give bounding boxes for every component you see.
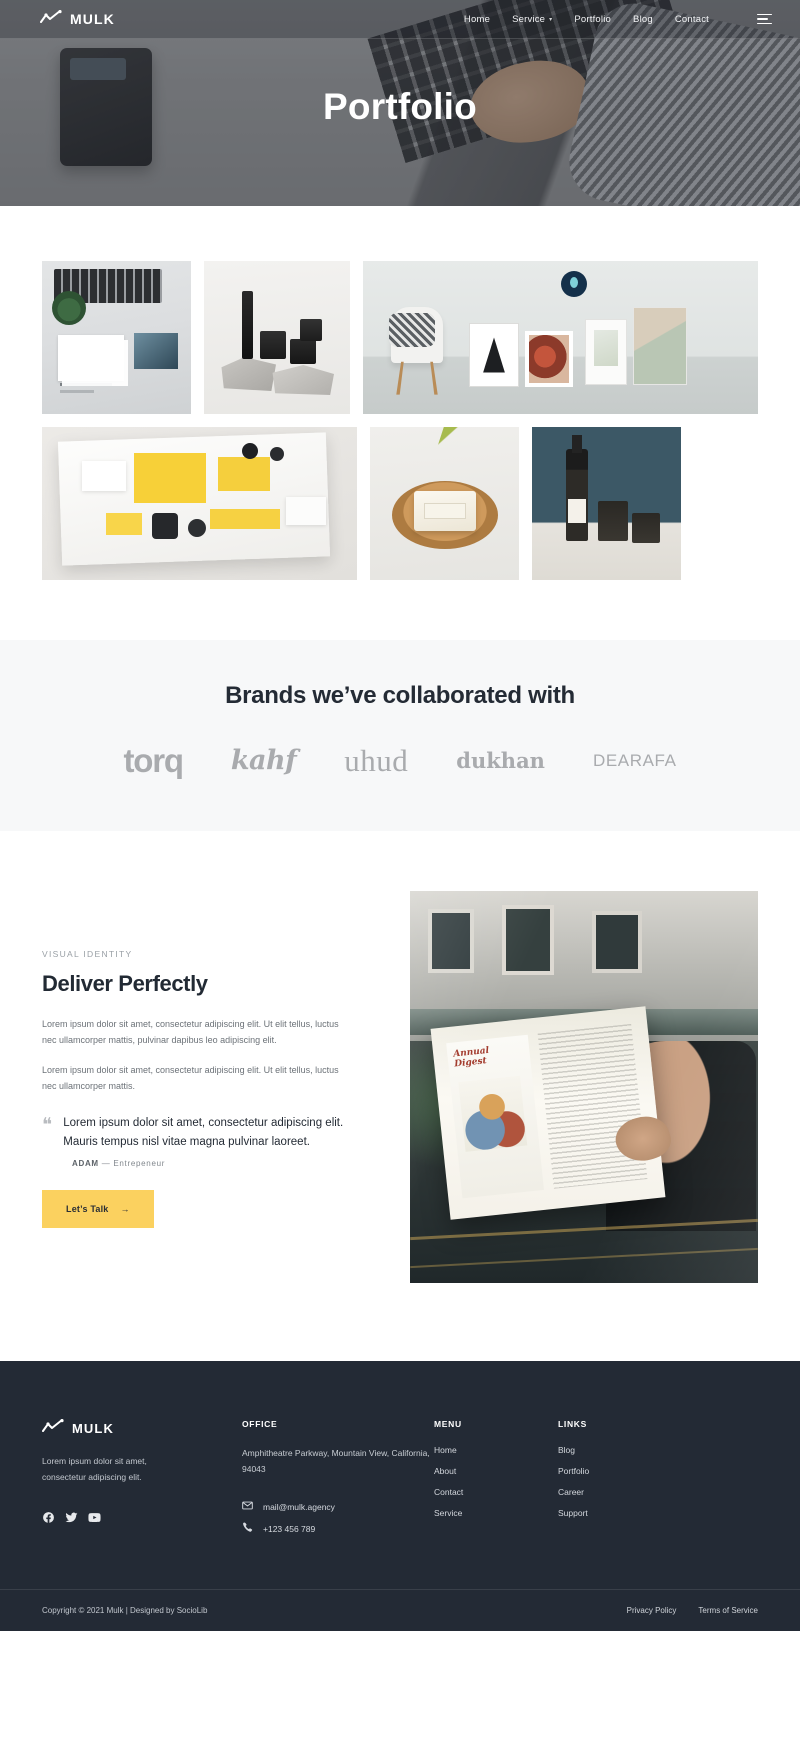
- brand-logo-dearafa: DEARAFA: [592, 751, 677, 770]
- portfolio-item-4[interactable]: [42, 427, 357, 580]
- feature-paragraph-2: Lorem ipsum dolor sit amet, consectetur …: [42, 1065, 339, 1092]
- testimonial-dash: —: [101, 1158, 111, 1168]
- footer-menu-item-home[interactable]: Home: [434, 1445, 558, 1455]
- footer-link-item-portfolio[interactable]: Portfolio: [558, 1466, 688, 1476]
- nav-link-blog[interactable]: Blog: [633, 14, 653, 25]
- brand-logo-dukhan: dukhan: [456, 748, 545, 773]
- portfolio-item-5[interactable]: [370, 427, 519, 580]
- copyright-text: Copyright © 2021 Mulk | Designed by Soci…: [42, 1606, 208, 1616]
- testimonial-text: Lorem ipsum dolor sit amet, consectetur …: [63, 1117, 344, 1149]
- portfolio-item-2[interactable]: [204, 261, 350, 414]
- chevron-down-icon: ▾: [549, 16, 553, 23]
- envelope-icon: [242, 1501, 253, 1512]
- footer-legal-links: Privacy Policy Terms of Service: [627, 1606, 758, 1615]
- footer-links-heading: LINKS: [558, 1419, 587, 1429]
- footer-office-heading: OFFICE: [242, 1419, 278, 1429]
- portfolio-item-3[interactable]: [363, 261, 758, 414]
- footer-office-address: Amphitheatre Parkway, Mountain View, Cal…: [242, 1448, 430, 1475]
- nav-link-home[interactable]: Home: [464, 14, 490, 25]
- brands-section: Brands we’ve collaborated with torq kahf…: [0, 640, 800, 831]
- footer-link-item-blog[interactable]: Blog: [558, 1445, 688, 1455]
- portfolio-grid: [0, 206, 800, 640]
- footer-columns: MULK Lorem ipsum dolor sit amet, consect…: [0, 1361, 800, 1589]
- footer-logo-text: MULK: [72, 1421, 114, 1436]
- footer-links-list: Blog Portfolio Career Support: [558, 1445, 688, 1518]
- privacy-policy-link[interactable]: Privacy Policy: [627, 1606, 677, 1615]
- nav-link-service[interactable]: Service ▾: [512, 14, 552, 25]
- chart-line-icon: [42, 1419, 64, 1438]
- footer-office-column: OFFICE Amphitheatre Parkway, Mountain Vi…: [242, 1419, 434, 1535]
- nav-link-portfolio-label: Portfolio: [574, 13, 612, 25]
- nav-link-portfolio[interactable]: Portfolio: [574, 14, 611, 25]
- site-logo-text: MULK: [70, 11, 115, 27]
- footer-link-item-career[interactable]: Career: [558, 1487, 688, 1497]
- arrow-right-icon: →: [120, 1203, 130, 1214]
- nav-link-blog-label: Blog: [633, 13, 653, 25]
- brand-logo-uhud: uhud: [344, 743, 409, 778]
- portfolio-item-6[interactable]: [532, 427, 681, 580]
- footer-phone-row[interactable]: +123 456 789: [242, 1522, 434, 1535]
- site-logo[interactable]: MULK: [40, 9, 115, 29]
- footer-link-item-support[interactable]: Support: [558, 1508, 688, 1518]
- footer-email-row[interactable]: mail@mulk.agency: [242, 1501, 434, 1512]
- footer-description: Lorem ipsum dolor sit amet, consectetur …: [42, 1456, 147, 1482]
- youtube-icon[interactable]: [88, 1511, 101, 1524]
- feature-section: VISUAL IDENTITY Deliver Perfectly Lorem …: [0, 831, 800, 1361]
- twitter-icon[interactable]: [65, 1511, 78, 1524]
- footer-menu-item-contact[interactable]: Contact: [434, 1487, 558, 1497]
- site-footer: MULK Lorem ipsum dolor sit amet, consect…: [0, 1361, 800, 1632]
- footer-contact-list: mail@mulk.agency +123 456 789: [242, 1501, 434, 1535]
- nav-link-contact-label: Contact: [674, 13, 709, 25]
- footer-logo[interactable]: MULK: [42, 1419, 242, 1438]
- hamburger-icon[interactable]: [757, 13, 772, 25]
- quote-mark-icon: ❝: [42, 1114, 53, 1137]
- brand-logo-torq: torq: [123, 742, 184, 779]
- testimonial-author-name: ADAM: [72, 1158, 99, 1168]
- portfolio-row-2: [42, 427, 758, 580]
- footer-bottom-bar: Copyright © 2021 Mulk | Designed by Soci…: [0, 1589, 800, 1631]
- hero-banner: MULK Home Service ▾ Portfolio Blog Conta…: [0, 0, 800, 206]
- testimonial-quote: ❝ Lorem ipsum dolor sit amet, consectetu…: [42, 1114, 372, 1153]
- phone-icon: [242, 1522, 253, 1535]
- facebook-icon[interactable]: [42, 1511, 55, 1524]
- footer-social-links: [42, 1511, 242, 1524]
- footer-links-column: LINKS Blog Portfolio Career Support: [558, 1419, 688, 1535]
- lets-talk-label: Let’s Talk: [66, 1203, 109, 1214]
- chart-line-icon: [40, 9, 62, 29]
- nav-link-contact[interactable]: Contact: [675, 14, 709, 25]
- top-navigation-bar: MULK Home Service ▾ Portfolio Blog Conta…: [0, 0, 800, 39]
- footer-menu-heading: MENU: [434, 1419, 462, 1429]
- testimonial-author: ADAM — Entrepeneur: [72, 1159, 372, 1168]
- portfolio-item-1[interactable]: [42, 261, 191, 414]
- brand-logo-row: torq kahf uhud dukhan DEARAFA: [0, 744, 800, 777]
- brand-logo-kahf: kahf: [230, 745, 297, 776]
- footer-brand-column: MULK Lorem ipsum dolor sit amet, consect…: [42, 1419, 242, 1535]
- feature-eyebrow: VISUAL IDENTITY: [42, 949, 133, 959]
- portfolio-row-1: [42, 261, 758, 414]
- feature-title: Deliver Perfectly: [42, 971, 208, 996]
- feature-photo: AnnualDigest: [410, 891, 758, 1283]
- terms-of-service-link[interactable]: Terms of Service: [698, 1606, 758, 1615]
- nav-link-service-label: Service: [512, 13, 546, 25]
- feature-image-column: AnnualDigest: [410, 891, 758, 1283]
- footer-menu-column: MENU Home About Contact Service: [434, 1419, 558, 1535]
- testimonial-author-role: Entrepeneur: [113, 1158, 166, 1168]
- nav-links: Home Service ▾ Portfolio Blog Contact: [464, 14, 772, 25]
- feature-paragraph-1: Lorem ipsum dolor sit amet, consectetur …: [42, 1019, 339, 1046]
- footer-phone-text: +123 456 789: [263, 1523, 316, 1534]
- lets-talk-button[interactable]: Let’s Talk →: [42, 1189, 154, 1228]
- page-title: Portfolio: [323, 86, 477, 127]
- brands-heading: Brands we’ve collaborated with: [225, 682, 575, 709]
- footer-menu-item-about[interactable]: About: [434, 1466, 558, 1476]
- footer-menu-item-service[interactable]: Service: [434, 1508, 558, 1518]
- footer-menu-list: Home About Contact Service: [434, 1445, 558, 1518]
- footer-email-text: mail@mulk.agency: [263, 1501, 335, 1512]
- feature-text-column: VISUAL IDENTITY Deliver Perfectly Lorem …: [42, 891, 372, 1283]
- nav-link-home-label: Home: [463, 13, 491, 25]
